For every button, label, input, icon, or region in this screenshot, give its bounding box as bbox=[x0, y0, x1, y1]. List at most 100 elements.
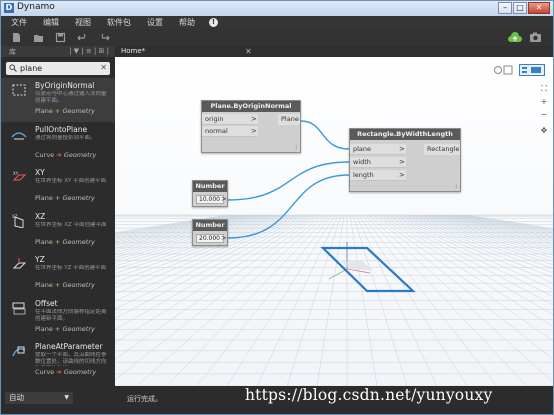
output-port-rectangle[interactable]: Rectangle bbox=[424, 144, 460, 155]
close-tab-icon[interactable]: ✕ bbox=[245, 46, 252, 57]
library-result-item[interactable]: XY XY 在世界坐标 XY 平面创建平面 Plane + Geometry bbox=[1, 165, 115, 209]
undo-icon[interactable] bbox=[77, 32, 88, 43]
library-result-item[interactable]: ByOriginNormal 以原点与中心通过输入法向量创建平面。 Plane + … bbox=[1, 78, 115, 122]
background-grid bbox=[115, 57, 553, 386]
input-port-plane[interactable]: plane bbox=[350, 144, 406, 155]
result-return-type: Plane + Geometry bbox=[35, 281, 95, 289]
node-number-width[interactable]: Number 10.000 > bbox=[192, 180, 228, 207]
alert-icon[interactable]: ! bbox=[209, 18, 218, 27]
save-icon[interactable] bbox=[55, 32, 66, 43]
result-name: XZ bbox=[35, 211, 46, 221]
plane-xz-icon: XZ bbox=[12, 214, 24, 228]
number-value-field[interactable]: 10.000 bbox=[196, 195, 224, 204]
result-return-type: Curve ➜ Geometry bbox=[35, 150, 97, 159]
library-result-item[interactable]: PullOntoPlane 通过将向量投影到平面。 Curve ➜ Geometry bbox=[1, 122, 115, 166]
result-description: 以原点与中心通过输入法向量创建平面。 bbox=[35, 91, 107, 104]
svg-text:XY: XY bbox=[13, 171, 19, 176]
plane-yz-icon bbox=[12, 258, 27, 269]
search-results: ByOriginNormal 以原点与中心通过输入法向量创建平面。 Plane + … bbox=[1, 78, 115, 383]
port-arrow-icon: > bbox=[399, 158, 405, 166]
redo-icon[interactable] bbox=[99, 32, 110, 43]
chevron-down-icon: ▼ bbox=[64, 394, 69, 401]
search-input[interactable] bbox=[20, 63, 100, 74]
window-title: Dynamo bbox=[17, 2, 55, 12]
node-number-length[interactable]: Number 20.000 > bbox=[192, 219, 228, 246]
port-arrow-icon: > bbox=[221, 195, 227, 203]
menu-view[interactable]: 视图 bbox=[67, 17, 99, 28]
library-title: 库 bbox=[9, 48, 16, 56]
zoom-to-fit-icon[interactable]: ⛶ bbox=[539, 84, 549, 94]
pan-icon[interactable]: ✥ bbox=[539, 126, 549, 135]
tab-home-label: Home* bbox=[121, 47, 146, 55]
menu-settings[interactable]: 设置 bbox=[139, 17, 171, 28]
node-title: Number bbox=[193, 181, 227, 192]
status-bar: 运行完成。 https://blog.csdn.net/yunyouxy bbox=[115, 386, 553, 414]
minimize-button[interactable]: – bbox=[498, 2, 512, 14]
port-arrow-icon: > bbox=[221, 234, 227, 242]
library-result-item[interactable]: PlaneAtParameter 提取一个平面，其沿曲线在参数位置处，该曲线的切线… bbox=[1, 339, 115, 383]
input-port-normal[interactable]: normal bbox=[202, 126, 258, 137]
node-rectangle-by-width-length[interactable]: Rectangle.ByWidthLength plane > width > … bbox=[349, 128, 461, 192]
result-description: 在平面法线方向偏移指定距离创建新平面。 bbox=[35, 308, 107, 322]
lacing-icon: ⁞ bbox=[455, 184, 457, 190]
result-name: YZ bbox=[35, 255, 45, 264]
menu-edit[interactable]: 编辑 bbox=[35, 17, 67, 28]
result-description: 在世界坐标 XZ 平面创建平面 bbox=[35, 221, 107, 228]
graph-canvas[interactable]: Plane.ByOriginNormal origin > normal > P… bbox=[115, 57, 553, 386]
maximize-button[interactable]: □ bbox=[513, 2, 527, 14]
title-bar: D Dynamo – □ ✕ bbox=[1, 1, 553, 16]
result-name: PlaneAtParameter bbox=[35, 342, 103, 351]
tab-home[interactable]: Home* ✕ bbox=[117, 46, 257, 57]
input-port-origin[interactable]: origin bbox=[202, 114, 258, 125]
run-mode-select[interactable]: 自动 ▼ bbox=[5, 392, 73, 404]
node-plane-by-origin-normal[interactable]: Plane.ByOriginNormal origin > normal > P… bbox=[201, 100, 301, 153]
menu-packages[interactable]: 软件包 bbox=[99, 17, 139, 28]
menu-bar: 文件 编辑 视图 软件包 设置 帮助 ! bbox=[1, 16, 553, 29]
result-description: 通过将向量投影到平面。 bbox=[35, 134, 96, 141]
run-mode-value: 自动 bbox=[9, 393, 24, 402]
library-view-options[interactable]: | ▼ | ≡ | ⊞ | bbox=[69, 47, 109, 55]
number-value-field[interactable]: 20.000 bbox=[196, 234, 224, 243]
library-result-item[interactable]: XZ XZ 在世界坐标 XZ 平面创建平面 Plane + Geometry bbox=[1, 209, 115, 253]
open-folder-icon[interactable] bbox=[33, 32, 44, 43]
library-result-item[interactable]: YZ 在世界坐标 YZ 平面创建平面 Plane + Geometry bbox=[1, 252, 115, 296]
svg-text:XZ: XZ bbox=[12, 214, 18, 219]
input-port-length[interactable]: length bbox=[350, 170, 406, 181]
close-window-button[interactable]: ✕ bbox=[528, 2, 550, 14]
camera-icon[interactable] bbox=[529, 31, 542, 43]
new-file-icon[interactable] bbox=[11, 32, 22, 43]
background-preview-toggle-icon[interactable] bbox=[519, 64, 545, 76]
graph-view-toggle-icon[interactable] bbox=[493, 64, 515, 76]
plane-origin-normal-icon bbox=[12, 84, 26, 96]
port-arrow-icon: > bbox=[251, 127, 257, 135]
node-title: Plane.ByOriginNormal bbox=[202, 101, 300, 112]
result-name: XY bbox=[35, 168, 45, 177]
result-return-type: Plane + Geometry bbox=[35, 237, 95, 246]
node-title: Rectangle.ByWidthLength bbox=[350, 129, 460, 140]
node-title: Number bbox=[193, 220, 227, 231]
result-return-type: Plane + Geometry bbox=[35, 324, 95, 333]
library-result-item[interactable]: Offset 在平面法线方向偏移指定距离创建新平面。 Plane + Geometr… bbox=[1, 296, 115, 340]
menu-help[interactable]: 帮助 bbox=[171, 17, 203, 28]
plane-at-parameter-icon bbox=[12, 346, 26, 357]
result-name: Offset bbox=[35, 298, 58, 308]
pull-onto-plane-icon bbox=[11, 131, 27, 139]
port-arrow-icon: > bbox=[251, 115, 257, 123]
library-footer: 自动 ▼ bbox=[1, 386, 115, 414]
zoom-out-icon[interactable]: − bbox=[539, 110, 549, 119]
result-description: 在世界坐标 XY 平面创建平面 bbox=[35, 178, 107, 184]
zoom-in-icon[interactable]: + bbox=[539, 97, 549, 106]
input-port-width[interactable]: width bbox=[350, 157, 406, 168]
result-return-type: Curve ➜ Geometry bbox=[35, 368, 97, 376]
cloud-upload-icon[interactable] bbox=[507, 31, 523, 44]
offset-plane-icon bbox=[12, 302, 26, 314]
result-name: PullOntoPlane bbox=[35, 124, 88, 134]
library-panel: 库 | ▼ | ≡ | ⊞ | ✕ ByOriginNormal以原点与中心通过… bbox=[1, 46, 115, 386]
clear-search-icon[interactable]: ✕ bbox=[100, 63, 107, 72]
search-icon bbox=[9, 64, 17, 72]
result-description: 在世界坐标 YZ 平面创建平面 bbox=[35, 265, 107, 271]
toolbar bbox=[1, 29, 553, 46]
menu-file[interactable]: 文件 bbox=[1, 17, 35, 28]
library-header: 库 | ▼ | ≡ | ⊞ | bbox=[1, 46, 115, 57]
output-port-plane[interactable]: Plane bbox=[278, 114, 300, 125]
